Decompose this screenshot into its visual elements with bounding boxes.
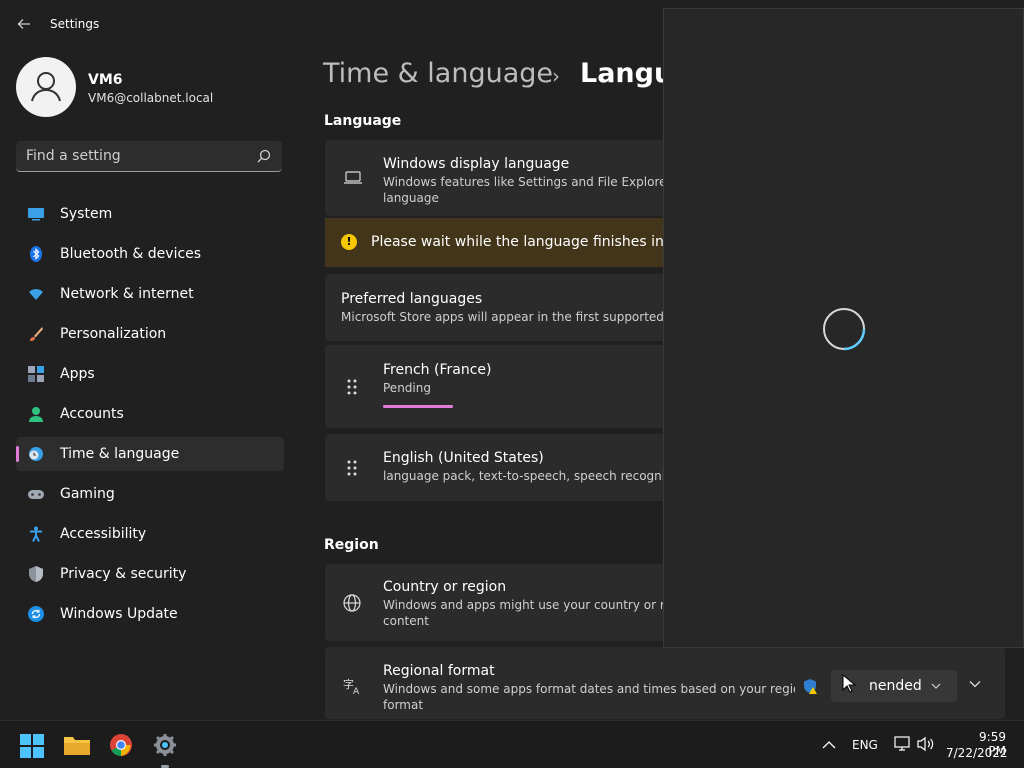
dropdown-value: nended (869, 678, 922, 694)
search-input[interactable]: Find a setting (26, 141, 246, 171)
sidebar-item-accessibility[interactable]: Accessibility (16, 517, 284, 551)
monitor-icon (28, 208, 44, 221)
language-name: French (France) (383, 362, 492, 378)
chrome-icon[interactable] (109, 733, 133, 757)
sidebar-item-label: Accessibility (60, 526, 147, 542)
language-format-icon: 字A (343, 677, 360, 695)
drag-handle-icon[interactable] (345, 377, 359, 397)
brush-icon (30, 327, 43, 341)
input-language-indicator[interactable]: ENG (852, 738, 878, 752)
sidebar-item-bluetooth[interactable]: Bluetooth & devices (16, 237, 284, 271)
app-title: Settings (50, 17, 100, 31)
sidebar-item-apps[interactable]: Apps (16, 357, 284, 391)
card-subtitle-line: language (383, 191, 439, 205)
sidebar-item-network[interactable]: Network & internet (16, 277, 284, 311)
sidebar-item-label: Privacy & security (60, 566, 187, 582)
sidebar-item-label: Accounts (60, 406, 124, 422)
network-icon[interactable] (894, 736, 912, 752)
section-title-language: Language (324, 113, 402, 129)
back-button[interactable] (12, 12, 36, 36)
person-icon (29, 407, 43, 422)
settings-gear-icon[interactable] (153, 733, 177, 757)
sidebar-item-windows-update[interactable]: Windows Update (16, 597, 284, 631)
laptop-icon (344, 171, 362, 184)
card-subtitle-line: Windows and apps might use your country … (383, 598, 698, 612)
bluetooth-icon (30, 246, 42, 262)
language-features: language pack, text-to-speech, speech re… (383, 469, 692, 483)
sidebar-item-label: Apps (60, 366, 95, 382)
drag-handle-icon[interactable] (345, 458, 359, 478)
sidebar-item-accounts[interactable]: Accounts (16, 397, 284, 431)
breadcrumb-separator: › (552, 64, 560, 88)
sidebar-item-label: Time & language (60, 446, 180, 462)
card-title: Regional format (383, 663, 495, 679)
user-name: VM6 (88, 72, 123, 88)
sidebar-item-label: Bluetooth & devices (60, 246, 202, 262)
user-email: VM6@collabnet.local (88, 91, 214, 105)
selection-indicator (16, 446, 19, 462)
install-progress-fill (383, 405, 453, 408)
language-status: Pending (383, 381, 431, 395)
sidebar-item-label: Personalization (60, 326, 167, 342)
warning-icon: ! (341, 234, 357, 250)
windows-start-icon[interactable] (20, 734, 44, 758)
svg-text:A: A (353, 687, 360, 695)
search-box[interactable]: Find a setting (16, 141, 282, 172)
card-subtitle-line: Windows and some apps format dates and t… (383, 682, 819, 696)
card-title: Preferred languages (341, 291, 483, 307)
sidebar-item-label: Windows Update (60, 606, 178, 622)
install-progress-track (383, 405, 453, 408)
sidebar-item-time-language[interactable]: Time & language (16, 437, 284, 471)
shield-warning-icon (804, 679, 817, 694)
sidebar-item-gaming[interactable]: Gaming (16, 477, 284, 511)
section-title-region: Region (324, 537, 379, 553)
taskbar: ENG 9:59 PM 7/22/2022 (0, 720, 1024, 768)
card-subtitle-line: format (383, 698, 424, 712)
card-subtitle: Windows features like Settings and File … (383, 174, 696, 206)
back-arrow-icon (17, 19, 30, 29)
card-subtitle-line: content (383, 614, 429, 628)
sidebar-item-system[interactable]: System (16, 197, 284, 231)
clock-date[interactable]: 7/22/2022 (946, 746, 1008, 760)
sidebar-item-label: Gaming (60, 486, 115, 502)
language-name: English (United States) (383, 450, 544, 466)
shield-icon (29, 566, 43, 582)
person-icon (31, 72, 61, 102)
card-subtitle-line: Windows features like Settings and File … (383, 175, 696, 189)
file-explorer-icon[interactable] (64, 733, 90, 757)
card-title: Windows display language (383, 156, 570, 172)
gamepad-icon (28, 490, 44, 499)
expand-chevron-icon[interactable] (969, 680, 981, 688)
volume-icon[interactable] (917, 736, 937, 752)
loading-overlay-panel (663, 8, 1024, 648)
card-subtitle: Microsoft Store apps will appear in the … (341, 310, 702, 324)
loading-spinner-icon (823, 308, 866, 351)
sidebar-item-label: System (60, 206, 113, 222)
search-icon[interactable] (256, 148, 272, 164)
apps-icon (28, 366, 44, 382)
card-subtitle: Windows and apps might use your country … (383, 597, 698, 629)
globe-icon (343, 594, 361, 612)
chevron-down-icon (931, 683, 941, 689)
mouse-cursor-icon (842, 674, 856, 693)
sidebar-item-personalization[interactable]: Personalization (16, 317, 284, 351)
update-icon (28, 606, 44, 622)
card-subtitle: Windows and some apps format dates and t… (383, 681, 819, 713)
breadcrumb-parent[interactable]: Time & language (323, 58, 553, 89)
sidebar-item-label: Network & internet (60, 286, 194, 302)
card-title: Country or region (383, 579, 507, 595)
avatar[interactable] (16, 57, 76, 117)
security-badge[interactable] (795, 670, 825, 704)
sidebar-item-privacy[interactable]: Privacy & security (16, 557, 284, 591)
regional-format-card[interactable]: 字A Regional format Windows and some apps… (325, 647, 1005, 719)
accessibility-icon (30, 526, 42, 542)
wifi-icon (29, 289, 43, 300)
chevron-up-icon[interactable] (822, 740, 836, 750)
globe-clock-icon (29, 447, 43, 461)
